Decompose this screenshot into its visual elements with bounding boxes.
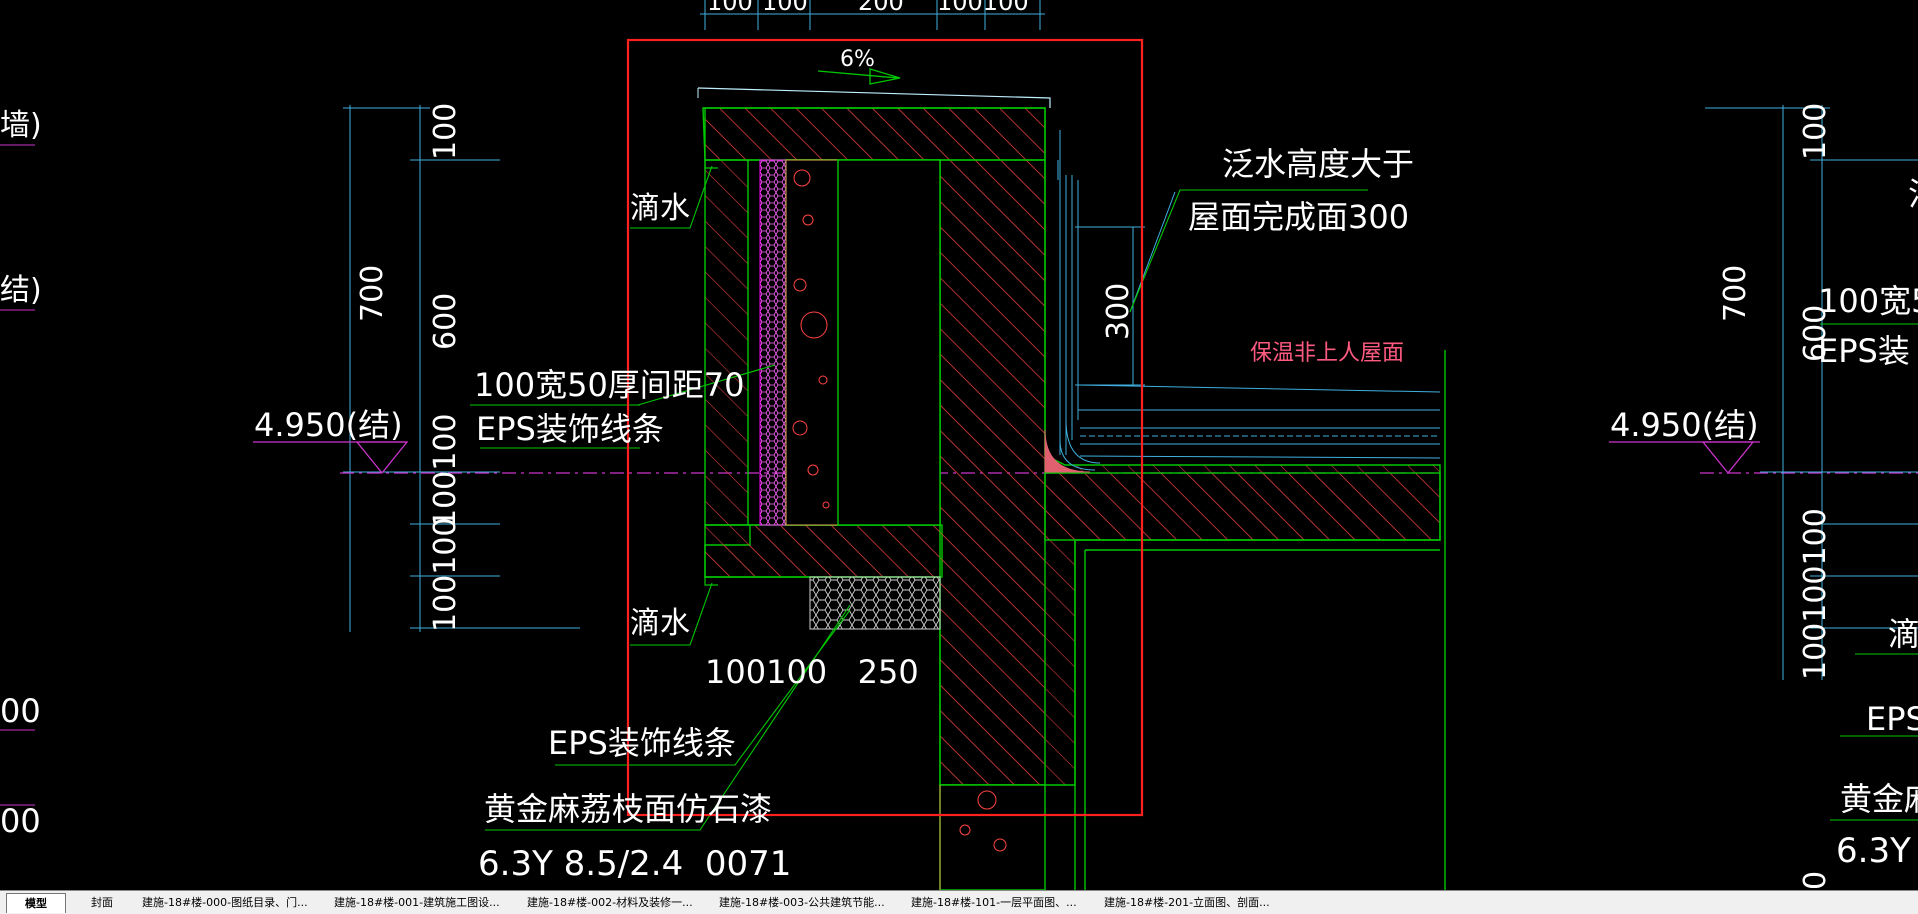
paint-label: 黄金麻荔枝面仿石漆 [484,790,772,828]
dim-left-100100b: 100100 [428,517,463,632]
right-bottom-text: 0 [1798,871,1833,890]
paint-color-code: 6.3Y 8.5/2.4 0071 [478,844,791,884]
elevation-marker-right [1701,441,1755,475]
right-top-char: 泛 [1908,175,1918,213]
eps-strip [759,159,787,526]
tab-label: 模型 [25,897,47,910]
eps-decorative-strip [809,576,941,630]
dim-top-1: 100 [707,0,753,16]
tab-label: 建施-18#楼-001-建筑施工图设... [334,896,500,909]
lower-wall [939,784,1046,890]
far-left-text-4: 00 [0,802,41,840]
right-eps-text: EPS [1866,700,1918,738]
tab-sheet-003[interactable]: 建施-18#楼-003-公共建筑节能... [707,893,905,912]
roof-type-label: 保温非上人屋面 [1250,341,1404,366]
cad-drawing-canvas[interactable]: 100 100 200 100100 6% 100 700 600 100100… [0,0,1918,890]
tab-label: 建施-18#楼-003-公共建筑节能... [719,896,885,909]
far-left-text-2: 结) [0,273,42,308]
tab-cover[interactable]: 封面 [70,893,134,912]
tab-sheet-101[interactable]: 建施-18#楼-101-一层平面图、... [899,893,1097,912]
dim-left-600: 600 [428,293,463,350]
tab-label: 建施-18#楼-000-图纸目录、门... [142,896,308,909]
dim-top-2: 100 [762,0,808,16]
elevation-right-label: 4.950(结) [1610,406,1759,444]
eps-strip-name: EPS装饰线条 [476,410,664,448]
right-dim-100: 100 [1798,103,1833,160]
dim-top-3: 200 [858,0,904,16]
drip-label-upper: 滴水 [630,191,690,226]
tab-label: 封面 [91,896,113,909]
dim-left-700: 700 [355,265,390,322]
far-left-text-1: 墙) [0,108,42,143]
flashing-note-line1: 泛水高度大于 [1222,145,1414,183]
insulation-board [785,159,839,526]
right-drip-text: 滴 [1888,615,1918,653]
eps-strip-spec: 100宽50厚间距70 [474,366,745,404]
right-paint-text: 黄金麻 [1840,780,1918,818]
tab-model[interactable]: 模型 [6,893,66,913]
bottom-dimension-text: 100100 250 [705,653,919,691]
far-left-text-3: 00 [0,692,41,730]
right-dim-700: 700 [1718,265,1753,322]
right-code-text: 6.3Y [1836,831,1911,871]
tab-sheet-000[interactable]: 建施-18#楼-000-图纸目录、门... [130,893,328,912]
tab-label: 建施-18#楼-101-一层平面图、... [911,896,1077,909]
tab-label: 建施-18#楼-002-材料及装修一... [527,896,693,909]
elevation-left-label: 4.950(结) [254,406,403,444]
right-strip-text-2: EPS装 [1818,332,1910,370]
tab-sheet-002[interactable]: 建施-18#楼-002-材料及装修一... [515,893,713,912]
drip-label-lower: 滴水 [630,606,690,641]
flashing-note-line2: 屋面完成面300 [1188,198,1409,236]
dim-top-4: 100100 [937,0,1029,16]
slope-text: 6% [840,47,875,72]
tab-label: 建施-18#楼-201-立面图、剖面... [1104,896,1270,909]
layout-tab-bar: 模型 封面 建施-18#楼-000-图纸目录、门... 建施-18#楼-001-… [0,890,1918,914]
right-dim-100100100: 100100100 [1798,508,1833,680]
dim-left-100100a: 100100 [428,413,463,528]
dim-300: 300 [1101,283,1136,340]
right-strip-text-1: 100宽5 [1818,282,1918,320]
elevation-marker-left [355,441,409,475]
tab-sheet-001[interactable]: 建施-18#楼-001-建筑施工图设... [322,893,520,912]
dim-left-100: 100 [428,103,463,160]
eps-decorative-label: EPS装饰线条 [548,724,736,762]
tab-sheet-201[interactable]: 建施-18#楼-201-立面图、剖面... [1092,893,1290,912]
